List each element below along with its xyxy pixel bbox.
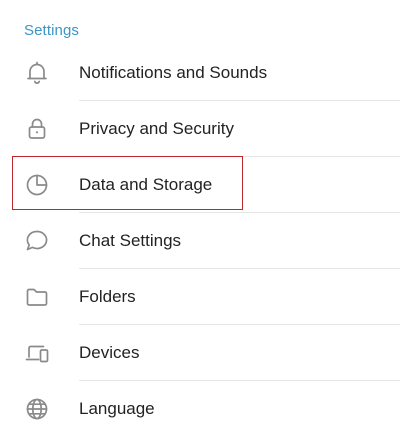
menu-item-label: Folders bbox=[79, 287, 136, 306]
menu-item-notifications[interactable]: Notifications and Sounds bbox=[0, 45, 400, 101]
devices-icon bbox=[24, 340, 50, 366]
menu-item-label: Devices bbox=[79, 343, 140, 362]
menu-item-label: Language bbox=[79, 399, 155, 418]
bell-icon bbox=[24, 60, 50, 86]
menu-item-language[interactable]: Language bbox=[0, 381, 400, 437]
section-title: Settings bbox=[24, 22, 79, 39]
menu-item-label: Chat Settings bbox=[79, 231, 182, 250]
menu-item-data-storage[interactable]: Data and Storage bbox=[0, 157, 400, 213]
menu-item-label: Data and Storage bbox=[79, 175, 213, 194]
chat-bubble-icon bbox=[24, 228, 50, 254]
lock-icon bbox=[24, 116, 50, 142]
folder-icon bbox=[24, 284, 50, 310]
menu-item-privacy[interactable]: Privacy and Security bbox=[0, 101, 400, 157]
settings-menu: Notifications and Sounds Privacy and Sec… bbox=[0, 45, 400, 437]
menu-item-chat-settings[interactable]: Chat Settings bbox=[0, 213, 400, 269]
menu-item-label: Privacy and Security bbox=[79, 119, 234, 138]
menu-item-folders[interactable]: Folders bbox=[0, 269, 400, 325]
globe-icon bbox=[24, 396, 50, 422]
menu-item-devices[interactable]: Devices bbox=[0, 325, 400, 381]
menu-item-label: Notifications and Sounds bbox=[79, 63, 268, 82]
pie-chart-icon bbox=[24, 172, 50, 198]
